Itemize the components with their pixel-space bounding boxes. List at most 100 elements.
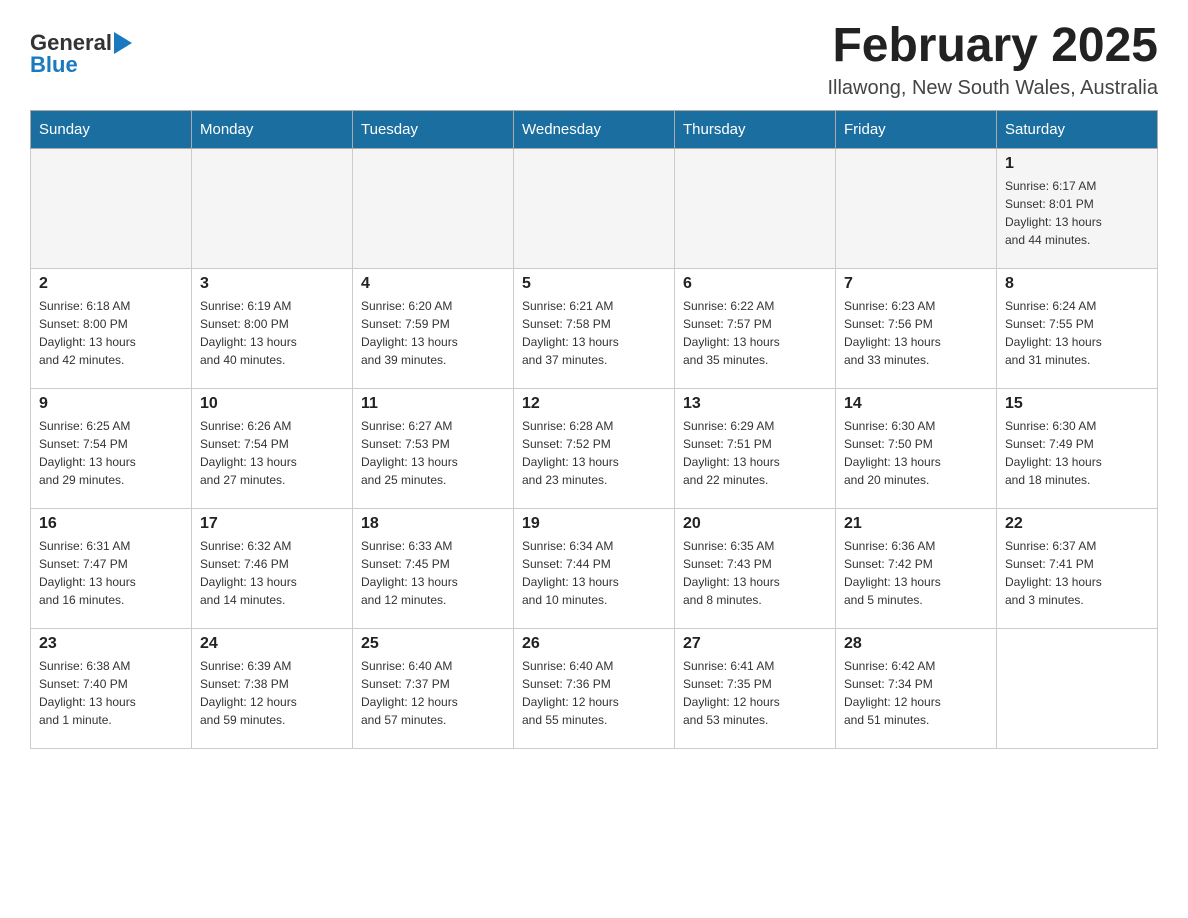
- day-number: 25: [361, 635, 505, 653]
- table-row: 13 Sunrise: 6:29 AM Sunset: 7:51 PM Dayli…: [675, 388, 836, 508]
- calendar-week-row: 16 Sunrise: 6:31 AM Sunset: 7:47 PM Dayli…: [31, 508, 1158, 628]
- title-block: February 2025 Illawong, New South Wales,…: [827, 20, 1158, 100]
- day-info: Sunrise: 6:36 AM Sunset: 7:42 PM Dayligh…: [844, 537, 988, 609]
- table-row: 8Sunrise: 6:24 AM Sunset: 7:55 PM Daylig…: [997, 268, 1158, 388]
- table-row: 12 Sunrise: 6:28 AM Sunset: 7:52 PM Dayli…: [514, 388, 675, 508]
- day-info: Sunrise: 6:38 AM Sunset: 7:40 PM Dayligh…: [39, 657, 183, 729]
- day-info: Sunrise: 6:25 AM Sunset: 7:54 PM Dayligh…: [39, 417, 183, 489]
- day-info: Sunrise: 6:30 AM Sunset: 7:50 PM Dayligh…: [844, 417, 988, 489]
- day-number: 5: [522, 275, 666, 293]
- day-info: Sunrise: 6:40 AM Sunset: 7:36 PM Dayligh…: [522, 657, 666, 729]
- day-info: Sunrise: 6:41 AM Sunset: 7:35 PM Dayligh…: [683, 657, 827, 729]
- table-row: 26 Sunrise: 6:40 AM Sunset: 7:36 PM Dayli…: [514, 628, 675, 748]
- table-row: 28 Sunrise: 6:42 AM Sunset: 7:34 PM Dayli…: [836, 628, 997, 748]
- day-info: Sunrise: 6:34 AM Sunset: 7:44 PM Dayligh…: [522, 537, 666, 609]
- header-monday: Monday: [192, 110, 353, 148]
- day-info: Sunrise: 6:29 AM Sunset: 7:51 PM Dayligh…: [683, 417, 827, 489]
- table-row: 1Sunrise: 6:17 AM Sunset: 8:01 PM Daylig…: [997, 148, 1158, 268]
- day-info: Sunrise: 6:27 AM Sunset: 7:53 PM Dayligh…: [361, 417, 505, 489]
- header-sunday: Sunday: [31, 110, 192, 148]
- day-info: Sunrise: 6:28 AM Sunset: 7:52 PM Dayligh…: [522, 417, 666, 489]
- table-row: [514, 148, 675, 268]
- table-row: [675, 148, 836, 268]
- table-row: [353, 148, 514, 268]
- table-row: 18Sunrise: 6:33 AM Sunset: 7:45 PM Dayli…: [353, 508, 514, 628]
- location-subtitle: Illawong, New South Wales, Australia: [827, 77, 1158, 100]
- day-number: 14: [844, 395, 988, 413]
- day-info: Sunrise: 6:32 AM Sunset: 7:46 PM Dayligh…: [200, 537, 344, 609]
- day-info: Sunrise: 6:17 AM Sunset: 8:01 PM Dayligh…: [1005, 177, 1149, 249]
- month-title: February 2025: [827, 20, 1158, 73]
- day-number: 9: [39, 395, 183, 413]
- day-number: 21: [844, 515, 988, 533]
- day-info: Sunrise: 6:37 AM Sunset: 7:41 PM Dayligh…: [1005, 537, 1149, 609]
- table-row: 14 Sunrise: 6:30 AM Sunset: 7:50 PM Dayli…: [836, 388, 997, 508]
- day-info: Sunrise: 6:20 AM Sunset: 7:59 PM Dayligh…: [361, 297, 505, 369]
- table-row: 7 Sunrise: 6:23 AM Sunset: 7:56 PM Daylig…: [836, 268, 997, 388]
- table-row: 17 Sunrise: 6:32 AM Sunset: 7:46 PM Dayli…: [192, 508, 353, 628]
- day-number: 6: [683, 275, 827, 293]
- day-info: Sunrise: 6:31 AM Sunset: 7:47 PM Dayligh…: [39, 537, 183, 609]
- calendar-week-row: 2 Sunrise: 6:18 AM Sunset: 8:00 PM Daylig…: [31, 268, 1158, 388]
- table-row: 22 Sunrise: 6:37 AM Sunset: 7:41 PM Dayli…: [997, 508, 1158, 628]
- table-row: 20 Sunrise: 6:35 AM Sunset: 7:43 PM Dayli…: [675, 508, 836, 628]
- day-number: 27: [683, 635, 827, 653]
- day-number: 26: [522, 635, 666, 653]
- table-row: 24Sunrise: 6:39 AM Sunset: 7:38 PM Dayli…: [192, 628, 353, 748]
- calendar-week-row: 9 Sunrise: 6:25 AM Sunset: 7:54 PM Daylig…: [31, 388, 1158, 508]
- day-info: Sunrise: 6:42 AM Sunset: 7:34 PM Dayligh…: [844, 657, 988, 729]
- table-row: 27 Sunrise: 6:41 AM Sunset: 7:35 PM Dayli…: [675, 628, 836, 748]
- day-info: Sunrise: 6:24 AM Sunset: 7:55 PM Dayligh…: [1005, 297, 1149, 369]
- calendar-week-row: 1Sunrise: 6:17 AM Sunset: 8:01 PM Daylig…: [31, 148, 1158, 268]
- day-number: 28: [844, 635, 988, 653]
- day-number: 13: [683, 395, 827, 413]
- day-number: 2: [39, 275, 183, 293]
- day-info: Sunrise: 6:18 AM Sunset: 8:00 PM Dayligh…: [39, 297, 183, 369]
- table-row: 25 Sunrise: 6:40 AM Sunset: 7:37 PM Dayli…: [353, 628, 514, 748]
- day-number: 19: [522, 515, 666, 533]
- calendar-header-row: Sunday Monday Tuesday Wednesday Thursday…: [31, 110, 1158, 148]
- table-row: 16 Sunrise: 6:31 AM Sunset: 7:47 PM Dayli…: [31, 508, 192, 628]
- calendar-week-row: 23Sunrise: 6:38 AM Sunset: 7:40 PM Dayli…: [31, 628, 1158, 748]
- day-number: 16: [39, 515, 183, 533]
- day-number: 12: [522, 395, 666, 413]
- day-info: Sunrise: 6:21 AM Sunset: 7:58 PM Dayligh…: [522, 297, 666, 369]
- day-number: 20: [683, 515, 827, 533]
- table-row: 4 Sunrise: 6:20 AM Sunset: 7:59 PM Daylig…: [353, 268, 514, 388]
- day-number: 22: [1005, 515, 1149, 533]
- header-friday: Friday: [836, 110, 997, 148]
- table-row: 2 Sunrise: 6:18 AM Sunset: 8:00 PM Daylig…: [31, 268, 192, 388]
- calendar-table: Sunday Monday Tuesday Wednesday Thursday…: [30, 110, 1158, 749]
- day-info: Sunrise: 6:19 AM Sunset: 8:00 PM Dayligh…: [200, 297, 344, 369]
- logo-arrow-icon: [114, 32, 142, 54]
- day-info: Sunrise: 6:22 AM Sunset: 7:57 PM Dayligh…: [683, 297, 827, 369]
- table-row: 9 Sunrise: 6:25 AM Sunset: 7:54 PM Daylig…: [31, 388, 192, 508]
- day-number: 10: [200, 395, 344, 413]
- header-tuesday: Tuesday: [353, 110, 514, 148]
- table-row: 5 Sunrise: 6:21 AM Sunset: 7:58 PM Daylig…: [514, 268, 675, 388]
- day-number: 4: [361, 275, 505, 293]
- day-info: Sunrise: 6:23 AM Sunset: 7:56 PM Dayligh…: [844, 297, 988, 369]
- header-saturday: Saturday: [997, 110, 1158, 148]
- table-row: 3Sunrise: 6:19 AM Sunset: 8:00 PM Daylig…: [192, 268, 353, 388]
- table-row: [192, 148, 353, 268]
- table-row: [31, 148, 192, 268]
- day-number: 7: [844, 275, 988, 293]
- logo: General Blue: [30, 30, 142, 78]
- day-info: Sunrise: 6:33 AM Sunset: 7:45 PM Dayligh…: [361, 537, 505, 609]
- day-info: Sunrise: 6:39 AM Sunset: 7:38 PM Dayligh…: [200, 657, 344, 729]
- day-info: Sunrise: 6:35 AM Sunset: 7:43 PM Dayligh…: [683, 537, 827, 609]
- table-row: 21 Sunrise: 6:36 AM Sunset: 7:42 PM Dayli…: [836, 508, 997, 628]
- table-row: [836, 148, 997, 268]
- day-info: Sunrise: 6:40 AM Sunset: 7:37 PM Dayligh…: [361, 657, 505, 729]
- day-number: 11: [361, 395, 505, 413]
- table-row: 6 Sunrise: 6:22 AM Sunset: 7:57 PM Daylig…: [675, 268, 836, 388]
- day-info: Sunrise: 6:30 AM Sunset: 7:49 PM Dayligh…: [1005, 417, 1149, 489]
- table-row: [997, 628, 1158, 748]
- header-thursday: Thursday: [675, 110, 836, 148]
- day-number: 15: [1005, 395, 1149, 413]
- logo-blue-text: Blue: [30, 52, 78, 78]
- table-row: 11 Sunrise: 6:27 AM Sunset: 7:53 PM Dayli…: [353, 388, 514, 508]
- header-wednesday: Wednesday: [514, 110, 675, 148]
- day-number: 17: [200, 515, 344, 533]
